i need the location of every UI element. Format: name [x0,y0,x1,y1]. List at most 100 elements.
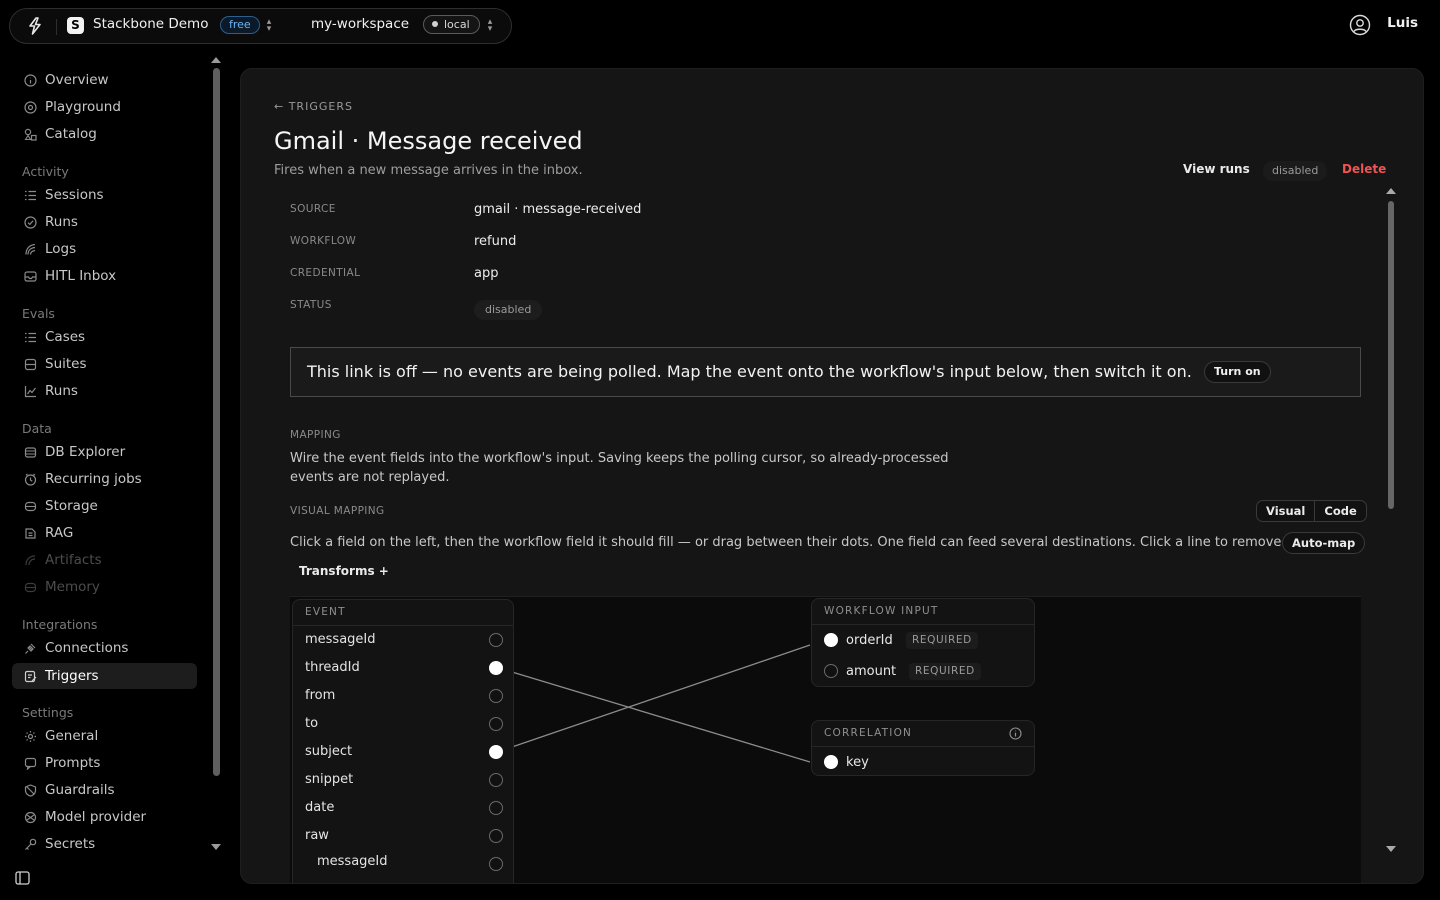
mapping-canvas[interactable]: EVENT messageId threadId from to subject… [290,596,1361,883]
correlation-node: CORRELATION key [811,720,1035,776]
project-switcher[interactable]: S Stackbone Demo free ▴ ▾ my-workspace lo… [9,8,512,44]
workflow-port-orderId[interactable] [824,633,838,647]
delete-button[interactable]: Delete [1342,162,1386,176]
sidebar-item-model-provider[interactable]: Model provider [12,804,197,830]
sidebar-item-label: General [45,728,99,744]
panel-scroll-up-icon[interactable] [1386,188,1396,194]
sidebar-item-label: Triggers [45,668,99,684]
sidebar-scrollbar[interactable] [213,68,220,776]
event-port-raw[interactable] [489,829,503,843]
connection-threadId-to-key[interactable] [511,671,811,763]
event-field-subject[interactable]: subject [305,744,352,759]
list-icon [25,190,36,201]
user-name: Luis [1387,15,1418,31]
event-field-from[interactable]: from [305,688,335,703]
sidebar-item-label: RAG [45,525,74,541]
required-badge: REQUIRED [906,632,978,649]
mapping-label: MAPPING [290,429,341,441]
credential-value: app [474,266,499,281]
event-port-from[interactable] [489,689,503,703]
transforms-button[interactable]: Transforms + [299,564,389,578]
sidebar-item-prompts[interactable]: Prompts [12,750,197,776]
sidebar-item-general[interactable]: General [12,723,197,749]
triggers-icon [24,670,37,683]
credential-key: CREDENTIAL [290,267,361,279]
sidebar-item-label: Suites [45,356,87,372]
sidebar-item-catalog[interactable]: Catalog [12,121,197,147]
event-port-snippet[interactable] [489,773,503,787]
sidebar-item-triggers[interactable]: Triggers [12,663,197,689]
sidebar-item-memory[interactable]: Memory [12,574,197,600]
database-icon [24,447,37,458]
project-chevron-icon[interactable]: ▴ ▾ [264,18,274,34]
event-port-raw-messageId[interactable] [489,857,503,871]
sidebar-item-storage[interactable]: Storage [12,493,197,519]
event-port-subject[interactable] [489,745,503,759]
sidebar-item-hitl-inbox[interactable]: HITL Inbox [12,263,197,289]
user-menu[interactable]: Luis [1349,14,1418,36]
sidebar-item-suites[interactable]: Suites [12,351,197,377]
event-field-to[interactable]: to [305,716,318,731]
correlation-port-key[interactable] [824,755,838,769]
workflow-port-amount[interactable] [824,664,838,678]
memory-icon [24,582,37,593]
sidebar-item-guardrails[interactable]: Guardrails [12,777,197,803]
collapse-sidebar-icon[interactable] [15,871,30,885]
sidebar-item-connections[interactable]: Connections [12,635,197,661]
visual-mode-button[interactable]: Visual [1257,501,1314,521]
sidebar-item-artifacts[interactable]: Artifacts [12,547,197,573]
view-runs-button[interactable]: View runs [1183,162,1250,176]
event-port-to[interactable] [489,717,503,731]
key-icon [25,838,37,850]
sidebar: Overview Playground Catalog Activity Ses… [0,56,232,900]
turn-on-button[interactable]: Turn on [1204,361,1271,383]
sidebar-item-db-explorer[interactable]: DB Explorer [12,439,197,465]
page-subtitle: Fires when a new message arrives in the … [274,163,583,178]
disabled-notice: This link is off — no events are being p… [290,347,1361,397]
sidebar-item-logs[interactable]: Logs [12,236,197,262]
event-field-raw[interactable]: raw [305,828,329,843]
layers-icon [24,358,37,371]
event-port-messageId[interactable] [489,633,503,647]
sidebar-item-cases[interactable]: Cases [12,324,197,350]
code-mode-button[interactable]: Code [1314,501,1365,521]
event-port-date[interactable] [489,801,503,815]
workflow-key: WORKFLOW [290,235,357,247]
panel-scroll-down-icon[interactable] [1386,846,1396,852]
event-field-messageId[interactable]: messageId [305,632,376,647]
project-name[interactable]: Stackbone Demo [93,16,208,32]
sidebar-item-label: Prompts [45,755,101,771]
event-field-raw-messageId[interactable]: messageId [317,854,388,869]
workspace-chevron-icon[interactable]: ▴ ▾ [485,18,495,34]
sidebar-item-overview[interactable]: Overview [12,67,197,93]
sidebar-item-runs[interactable]: Runs [12,209,197,235]
back-to-triggers-link[interactable]: ← TRIGGERS [274,100,353,113]
sidebar-item-sessions[interactable]: Sessions [12,182,197,208]
environment-label: local [444,18,470,31]
info-icon[interactable] [1009,727,1022,740]
event-field-snippet[interactable]: snippet [305,772,353,787]
workspace-name[interactable]: my-workspace [311,16,409,32]
event-port-threadId[interactable] [489,661,503,675]
status-toggle-badge[interactable]: disabled [1263,161,1328,181]
event-field-threadId[interactable]: threadId [305,660,360,675]
mapping-description-line1: Wire the event fields into the workflow'… [290,451,949,466]
sidebar-item-eval-runs[interactable]: Runs [12,378,197,404]
sidebar-item-secrets[interactable]: Secrets [12,831,197,857]
stackbone-logo-icon[interactable] [26,17,44,35]
auto-map-button[interactable]: Auto-map [1282,532,1366,554]
sidebar-item-label: Memory [45,579,100,595]
panel-scrollbar[interactable] [1388,201,1394,509]
sidebar-scroll-down-icon[interactable] [211,844,221,850]
sidebar-item-playground[interactable]: Playground [12,94,197,120]
sidebar-group-settings: Settings [22,705,74,720]
sidebar-scroll-up-icon[interactable] [211,57,221,63]
sidebar-item-rag[interactable]: RAG [12,520,197,546]
sidebar-item-label: Sessions [45,187,104,203]
sidebar-item-recurring-jobs[interactable]: Recurring jobs [12,466,197,492]
user-circle-icon[interactable] [1349,14,1371,36]
event-field-date[interactable]: date [305,800,334,815]
connection-subject-to-orderId[interactable] [511,644,811,748]
sidebar-item-label: Connections [45,640,129,656]
source-value: gmail · message-received [474,202,642,217]
